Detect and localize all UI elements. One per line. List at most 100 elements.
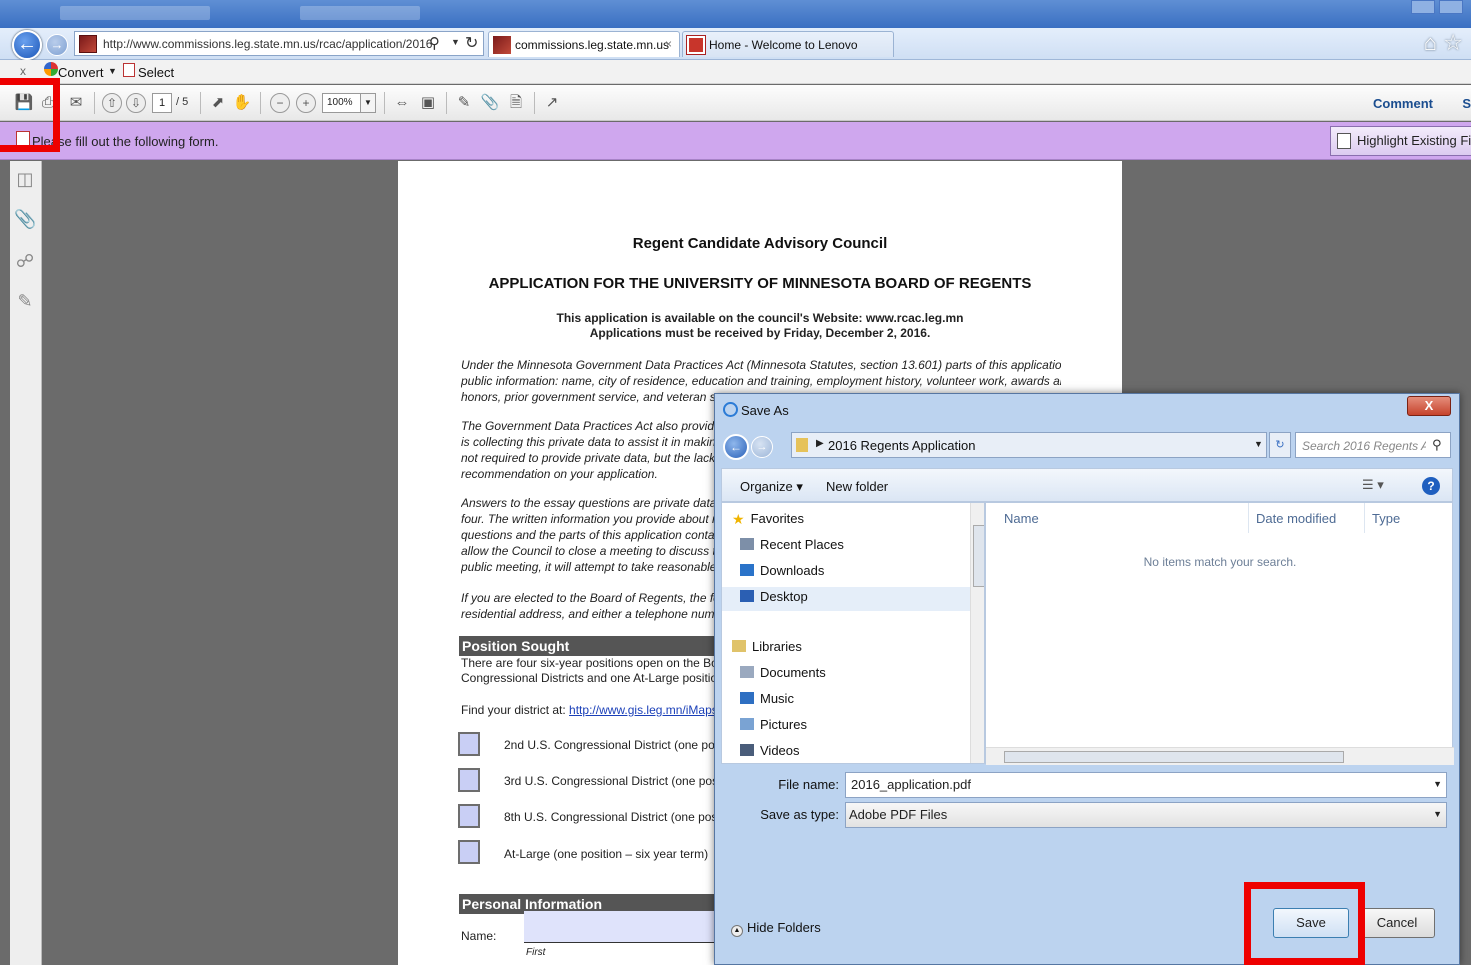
tab-commissions[interactable]: commissions.leg.state.mn.us × — [488, 31, 680, 57]
folder-path[interactable]: 2016 Regents Application — [828, 438, 975, 453]
column-header-date[interactable]: Date modified — [1256, 511, 1336, 526]
close-tab-icon[interactable]: × — [665, 37, 672, 51]
zoom-in-icon[interactable]: + — [296, 93, 316, 113]
body-text: There are four six-year positions open o… — [461, 656, 736, 670]
home-icon[interactable]: ⌂ — [1424, 30, 1437, 56]
column-divider[interactable] — [1364, 503, 1365, 533]
nav-item-favorites[interactable]: ★ Favorites — [732, 511, 804, 527]
expand-icon[interactable]: ↗ — [542, 93, 562, 113]
chevron-right-icon[interactable]: ▶ — [816, 438, 824, 449]
chevron-down-icon[interactable]: ▼ — [1433, 779, 1442, 789]
chevron-down-icon[interactable]: ▼ — [1433, 809, 1442, 819]
fit-page-icon[interactable]: ▣ — [418, 93, 438, 113]
search-icon[interactable]: ⚲ — [429, 34, 440, 52]
nav-label: Music — [760, 691, 794, 706]
vertical-scrollbar[interactable] — [970, 503, 984, 763]
hand-tool-icon[interactable]: ✋ — [232, 93, 252, 113]
zoom-out-icon[interactable]: − — [270, 93, 290, 113]
refresh-icon[interactable]: ↻ — [1269, 432, 1291, 458]
back-arrow-icon[interactable]: ← — [723, 434, 749, 460]
scrollbar-thumb[interactable] — [1004, 751, 1344, 763]
sign-icon[interactable]: ✎ — [454, 93, 474, 113]
select-button[interactable]: Select — [138, 65, 174, 80]
position-checkbox[interactable] — [458, 768, 480, 792]
signatures-icon[interactable]: ✎ — [14, 291, 36, 313]
view-options-icon[interactable]: ☰ ▾ — [1362, 477, 1384, 493]
nav-label: Downloads — [760, 563, 825, 578]
select-tool-icon[interactable]: ⬈ — [208, 93, 228, 113]
next-page-icon[interactable]: ⇩ — [126, 93, 146, 113]
help-icon[interactable]: ? — [1422, 477, 1440, 495]
search-input[interactable]: Search 2016 Regents Ap... ⚲ — [1295, 432, 1451, 458]
toolbar-divider — [94, 92, 95, 114]
hide-folders-toggle[interactable]: ▲ Hide Folders — [731, 920, 821, 937]
doc-availability: This application is available on the cou… — [556, 311, 964, 325]
save-type-select[interactable]: Adobe PDF Files ▼ — [845, 802, 1447, 828]
file-name-value[interactable]: 2016_application.pdf — [851, 777, 971, 792]
attach-icon[interactable]: 📎 — [480, 93, 500, 113]
position-checkbox[interactable] — [458, 840, 480, 864]
save-type-value[interactable]: Adobe PDF Files — [849, 807, 947, 822]
document-icon[interactable]: 🗎 — [506, 93, 526, 113]
position-checkbox[interactable] — [458, 804, 480, 828]
share-tab[interactable]: S — [1462, 96, 1471, 111]
chevron-down-icon[interactable]: ▼ — [360, 93, 376, 113]
chevron-down-icon[interactable]: ▼ — [108, 66, 117, 76]
close-toolbar-icon[interactable]: x — [20, 64, 26, 78]
folder-path-bar[interactable]: ▶ 2016 Regents Application ▼ — [791, 432, 1267, 458]
horizontal-scrollbar[interactable] — [986, 747, 1454, 765]
district-prefix: Find your district at: — [461, 703, 570, 717]
chevron-down-icon[interactable]: ▼ — [1254, 439, 1263, 449]
organize-menu[interactable]: Organize ▾ — [740, 479, 803, 495]
convert-button[interactable]: Convert — [58, 65, 104, 80]
search-icon[interactable]: ⚲ — [1432, 437, 1442, 453]
libraries-icon — [732, 640, 746, 652]
scrollbar-thumb[interactable] — [973, 525, 984, 587]
column-divider[interactable] — [1248, 503, 1249, 533]
file-name-input[interactable]: 2016_application.pdf ▼ — [845, 772, 1447, 798]
comment-tab[interactable]: Comment — [1373, 96, 1433, 111]
column-header-type[interactable]: Type — [1372, 511, 1400, 526]
select-icon[interactable] — [123, 63, 135, 77]
cancel-button[interactable]: Cancel — [1359, 908, 1435, 938]
back-arrow-icon[interactable]: ← — [12, 30, 42, 60]
nav-item-documents[interactable]: Documents — [740, 665, 826, 680]
forward-arrow-icon[interactable]: → — [46, 34, 68, 56]
nav-item-desktop[interactable]: Desktop — [740, 589, 808, 604]
forward-arrow-icon[interactable]: → — [751, 436, 773, 458]
binoculars-icon[interactable]: ☍ — [14, 251, 36, 273]
new-folder-button[interactable]: New folder — [826, 479, 888, 494]
column-header-name[interactable]: Name — [1004, 511, 1039, 526]
address-bar[interactable]: http://www.commissions.leg.state.mn.us/r… — [74, 31, 484, 56]
attachments-icon[interactable]: 📎 — [14, 209, 36, 231]
nav-item-pictures[interactable]: Pictures — [740, 717, 807, 732]
toolbar-divider — [446, 92, 447, 114]
refresh-icon[interactable]: ↻ — [465, 33, 478, 53]
district-link[interactable]: http://www.gis.leg.mn/iMaps/di — [569, 703, 730, 717]
tab-lenovo[interactable]: Home - Welcome to Lenovo — [682, 31, 894, 57]
highlight-fields-button[interactable]: Highlight Existing Fields — [1330, 126, 1471, 156]
address-url[interactable]: http://www.commissions.leg.state.mn.us/r… — [103, 37, 432, 51]
form-message-bar: Please fill out the following form. High… — [0, 122, 1471, 160]
dialog-close-button[interactable]: X — [1407, 396, 1451, 416]
nav-item-downloads[interactable]: Downloads — [740, 563, 824, 578]
nav-item-recent-places[interactable]: Recent Places — [740, 537, 844, 552]
nav-item-libraries[interactable]: Libraries — [732, 639, 802, 654]
site-favicon-icon — [79, 35, 97, 53]
save-as-dialog: Save As X ← → ▶ 2016 Regents Application… — [714, 393, 1460, 965]
previous-page-icon[interactable]: ⇧ — [102, 93, 122, 113]
page-number-input[interactable]: 1 — [152, 93, 172, 113]
folder-icon — [796, 438, 808, 452]
favorites-star-icon[interactable]: ☆ — [1443, 30, 1463, 56]
nav-item-music[interactable]: Music — [740, 691, 794, 706]
maximize-button[interactable] — [1439, 0, 1463, 14]
chevron-down-icon[interactable]: ▼ — [451, 37, 460, 47]
nav-label: Videos — [760, 743, 800, 758]
email-icon[interactable]: ✉ — [66, 93, 86, 113]
fit-width-icon[interactable]: ⇔ — [392, 93, 412, 113]
position-checkbox[interactable] — [458, 732, 480, 756]
convert-icon[interactable] — [44, 62, 58, 76]
minimize-button[interactable] — [1411, 0, 1435, 14]
pages-icon[interactable]: ◫ — [14, 169, 36, 191]
nav-item-videos[interactable]: Videos — [740, 743, 800, 758]
